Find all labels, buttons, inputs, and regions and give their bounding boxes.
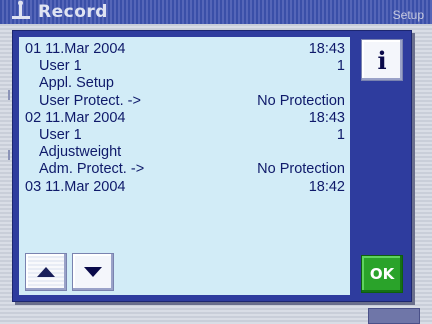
log-row-label: User Protect. -> [39,92,141,109]
log-row: 01 11.Mar 2004 18:43 [25,41,345,58]
scroll-down-button[interactable] [72,253,114,291]
setup-label[interactable]: Setup [393,8,424,22]
log-row-value: No Protection [257,161,345,178]
log-row-value: 18:42 [308,178,345,195]
title-bar: Record Setup [0,0,432,24]
log-row: 02 11.Mar 2004 18:43 [25,110,345,127]
background-tick [8,150,10,160]
log-panel: 01 11.Mar 2004 18:43 User 1 1 Appl. Setup Use… [19,37,350,295]
scroll-controls [25,253,114,291]
log-row-label: 03 11.Mar 2004 [25,178,126,195]
log-row-label: 02 11.Mar 2004 [25,109,126,126]
log-row-label: Adm. Protect. -> [39,161,145,178]
background-tick [8,90,10,100]
log-row-value: 1 [336,58,345,75]
log-row-label: 01 11.Mar 2004 [25,41,126,57]
log-row-value: 18:43 [308,41,345,57]
ok-label: OK [369,265,395,283]
info-button[interactable]: i [361,39,403,81]
log-row: User Protect. -> No Protection [25,93,345,110]
log-row: User 1 1 [25,127,345,144]
log-row-value: 1 [336,126,345,143]
log-row: Appl. Setup [25,75,345,92]
triangle-down-icon [84,267,102,277]
log-row-label: User 1 [39,58,82,75]
log-row-value: No Protection [257,92,345,109]
triangle-up-icon [37,267,55,277]
window-title: Record [38,2,108,22]
log-row: User 1 1 [25,58,345,75]
log-row-label: User 1 [39,126,82,143]
balance-icon [12,0,30,19]
info-icon: i [377,45,387,75]
background-button [368,308,420,324]
record-dialog: 01 11.Mar 2004 18:43 User 1 1 Appl. Setup Use… [12,30,412,302]
scroll-up-button[interactable] [25,253,67,291]
log-row: Adm. Protect. -> No Protection [25,161,345,178]
log-row-label: Adjustweight [39,144,122,161]
log-row-label: Appl. Setup [39,75,114,92]
log-list: 01 11.Mar 2004 18:43 User 1 1 Appl. Setup Use… [25,41,345,196]
log-row-value: 18:43 [308,109,345,126]
log-row: Adjustweight [25,144,345,161]
ok-button[interactable]: OK [361,255,403,293]
log-row: 03 11.Mar 2004 18:42 [25,179,345,196]
